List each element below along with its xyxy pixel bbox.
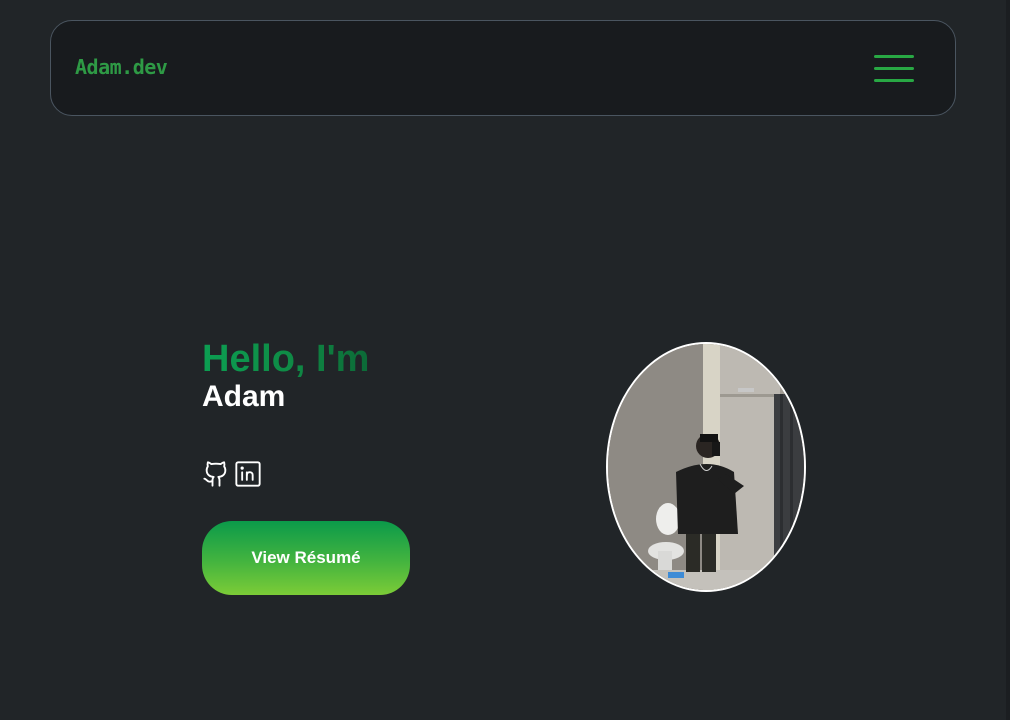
page: Adam.dev Hello, I'm Adam View Résumé [0,0,1010,720]
hero-greeting: Hello, I'm [202,338,370,380]
github-icon [203,461,227,487]
scrollbar-track[interactable] [1006,0,1010,720]
linkedin-icon [235,461,261,487]
profile-photo-image [608,344,804,590]
brand-logo[interactable]: Adam.dev [75,55,168,79]
linkedin-link[interactable] [234,460,262,488]
social-links [202,460,262,488]
hero-intro: Hello, I'm Adam [202,338,369,414]
hero-name: Adam [202,380,286,413]
navbar: Adam.dev [50,20,956,116]
hamburger-menu-button[interactable] [874,54,914,84]
github-link[interactable] [202,460,230,488]
profile-photo [606,342,806,592]
view-resume-button[interactable]: View Résumé [202,521,410,595]
